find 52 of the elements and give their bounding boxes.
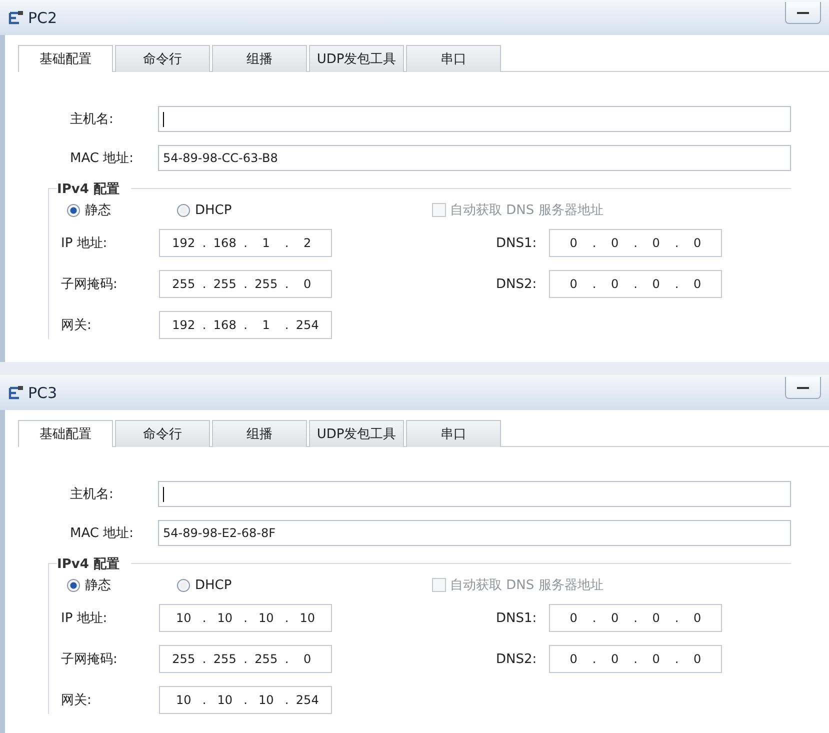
field-label: MAC 地址: bbox=[69, 525, 134, 542]
input-field[interactable] bbox=[158, 481, 791, 507]
tab[interactable]: 命令行 bbox=[115, 420, 210, 447]
ip-field[interactable]: 0 . 0 . 0 . 0 bbox=[549, 270, 722, 298]
field-label: DNS1: bbox=[495, 610, 538, 626]
tab[interactable]: 基础配置 bbox=[18, 45, 113, 72]
ip-field[interactable]: 10 . 10 . 10 . 254 bbox=[159, 686, 332, 714]
minimize-icon bbox=[797, 12, 809, 14]
ip-field[interactable]: 192 . 168 . 1 . 254 bbox=[159, 311, 332, 339]
tab[interactable]: 组播 bbox=[212, 420, 307, 447]
minimize-icon bbox=[797, 386, 809, 388]
tab[interactable]: UDP发包工具 bbox=[309, 45, 404, 72]
tab[interactable]: 串口 bbox=[406, 420, 501, 447]
tab[interactable]: 基础配置 bbox=[18, 420, 113, 447]
field-label: DNS1: bbox=[495, 236, 538, 250]
field-label: IP 地址: bbox=[60, 235, 108, 252]
radio-button[interactable]: DHCP bbox=[177, 202, 287, 218]
input-field[interactable] bbox=[158, 106, 791, 132]
field-label: 网关: bbox=[60, 317, 92, 334]
field-label: 子网掩码: bbox=[60, 651, 118, 668]
window-title: PC3 bbox=[28, 384, 58, 402]
input-field[interactable]: 54-89-98-E2-68-8F bbox=[158, 520, 791, 546]
radio-button[interactable]: 静态 bbox=[67, 576, 177, 594]
minimize-button[interactable] bbox=[785, 2, 821, 24]
field-label: 主机名: bbox=[69, 486, 114, 503]
field-label: DNS2: bbox=[495, 652, 538, 666]
field-label: 主机名: bbox=[69, 111, 114, 128]
window-title: PC2 bbox=[28, 8, 58, 26]
minimize-button[interactable] bbox=[785, 377, 821, 399]
input-field[interactable]: 54-89-98-CC-63-B8 bbox=[158, 145, 791, 171]
network-icon bbox=[8, 10, 24, 26]
group-legend: IPv4 配置 bbox=[57, 180, 132, 198]
ip-field[interactable]: 255 . 255 . 255 . 0 bbox=[159, 270, 332, 298]
tab[interactable]: 组播 bbox=[212, 45, 307, 72]
field-label: MAC 地址: bbox=[69, 150, 134, 167]
field-label: DNS2: bbox=[495, 276, 538, 292]
tab[interactable]: UDP发包工具 bbox=[309, 420, 404, 447]
ip-field[interactable]: 255 . 255 . 255 . 0 bbox=[159, 645, 332, 673]
network-icon bbox=[8, 384, 24, 400]
ip-field[interactable]: 192 . 168 . 1 . 2 bbox=[159, 229, 332, 257]
radio-button[interactable]: 静态 bbox=[67, 201, 177, 219]
tab[interactable]: 串口 bbox=[406, 45, 501, 72]
field-label: 网关: bbox=[60, 692, 92, 709]
ip-field[interactable]: 10 . 10 . 10 . 10 bbox=[159, 604, 332, 632]
ip-field[interactable]: 0 . 0 . 0 . 0 bbox=[549, 604, 722, 632]
ip-field[interactable]: 0 . 0 . 0 . 0 bbox=[549, 645, 722, 673]
ip-field[interactable]: 0 . 0 . 0 . 0 bbox=[549, 229, 722, 257]
radio-button[interactable]: DHCP bbox=[177, 578, 287, 592]
field-label: 子网掩码: bbox=[60, 276, 118, 293]
field-label: IP 地址: bbox=[60, 610, 108, 627]
tab[interactable]: 命令行 bbox=[115, 45, 210, 72]
group-legend: IPv4 配置 bbox=[57, 555, 132, 573]
